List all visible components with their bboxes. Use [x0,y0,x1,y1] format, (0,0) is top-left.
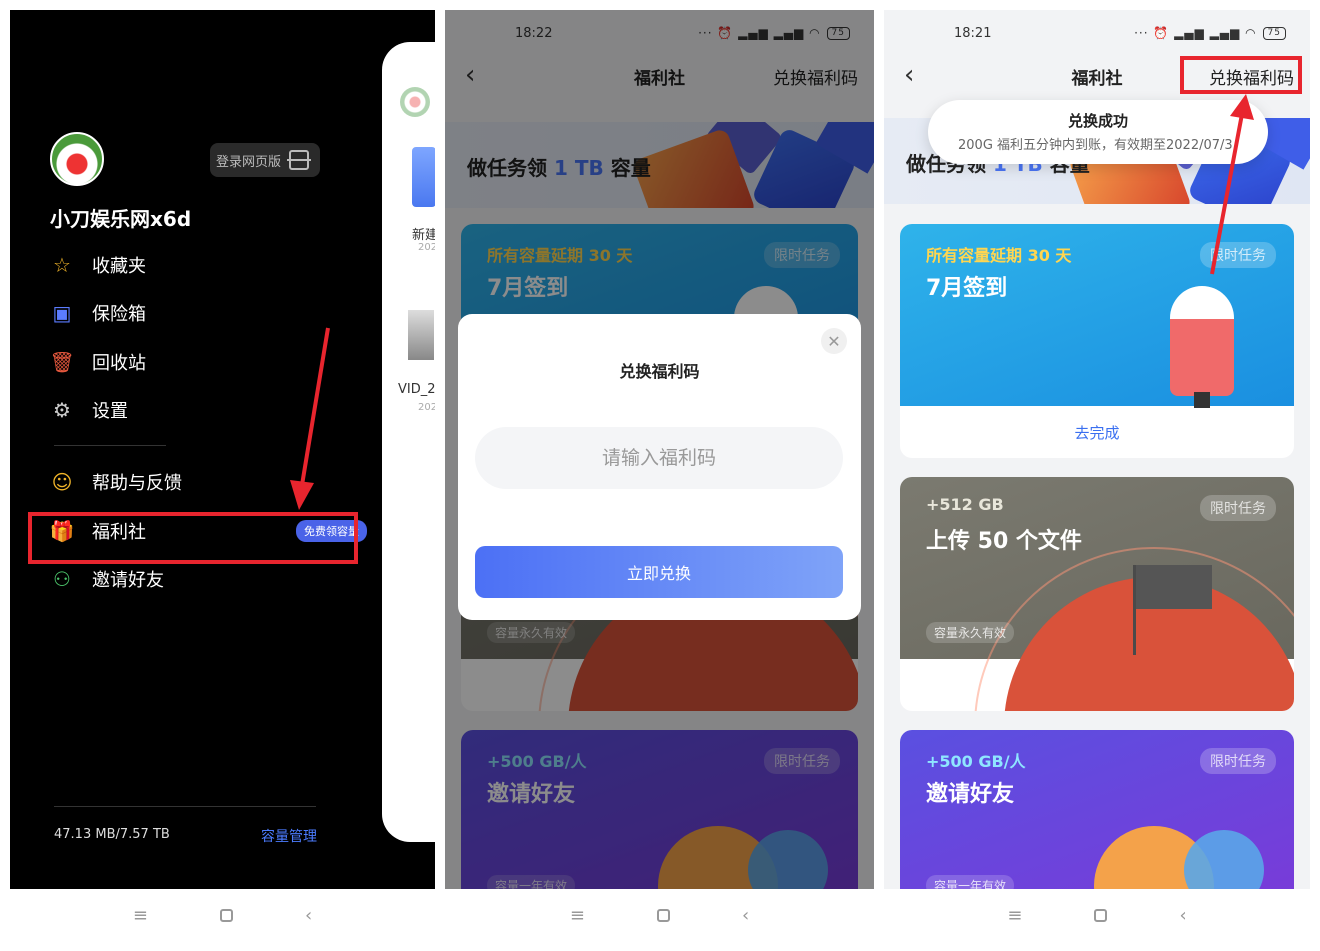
video-thumbnail[interactable] [408,310,434,360]
menu-item-recycle-bin[interactable]: 🗑 回收站 [49,347,146,377]
battery-icon: 75 [1262,26,1286,40]
username: 小刀娱乐网x6d [50,207,192,231]
task-card-invite[interactable]: +500 GB/人 邀请好友 限时任务 容量一年有效 [900,730,1294,912]
menu-divider [54,445,166,446]
annotation-box [1180,56,1302,94]
welfare-screen-success: 18:21 ··· ⏰ ▂▄▆ ▂▄▆ ◠ 75 ‹ 福利社 兑换福利码 做任务… [884,10,1310,941]
card-title: 上传 50 个文件 [926,529,1082,554]
menu-label: 收藏夹 [92,256,146,277]
system-navbar: ≡ ‹ [10,889,435,941]
home-nav-icon[interactable] [1094,908,1108,922]
status-bar: 18:21 ··· ⏰ ▂▄▆ ▂▄▆ ◠ 75 [884,26,1310,46]
card-title: 邀请好友 [926,782,1015,807]
add-user-icon: ⚇ [53,567,71,591]
menu-item-invite[interactable]: ⚇ 邀请好友 [50,564,164,594]
menu-item-help[interactable]: ☺ 帮助与反馈 [50,467,182,497]
welfare-code-input[interactable] [475,427,843,489]
card-header: +512 GB 上传 50 个文件 限时任务 容量永久有效 [900,477,1294,711]
file-list-behind: 新建 202 VID_2 202 [382,42,435,842]
menu-label: 回收站 [92,353,146,374]
dialog-title: 兑换福利码 [619,362,700,381]
card-reward: 所有容量延期 30 天 [926,246,1072,265]
annotation-box [28,512,358,564]
signal-icon: ··· ⏰ ▂▄▆ ▂▄▆ ◠ [1134,26,1257,40]
menu-item-favorites[interactable]: ☆ 收藏夹 [50,250,146,280]
menu-item-safe[interactable]: ▣ 保险箱 [50,298,146,328]
redeem-dialog: ✕ 兑换福利码 立即兑换 [458,314,861,620]
close-icon[interactable]: ✕ [821,328,847,354]
popsicle-stick [1194,392,1210,408]
web-login-label: 登录网页版 [216,154,282,170]
file-date: 202 [418,242,435,253]
safe-icon: ▣ [52,301,72,325]
scan-icon [287,150,312,170]
back-nav-icon[interactable]: ‹ [1179,905,1186,926]
file-name[interactable]: VID_2 [398,382,435,397]
validity-tag: 容量永久有效 [926,622,1015,643]
storage-divider [54,806,316,807]
web-login-button[interactable]: 登录网页版 [210,143,320,177]
settings-icon: ⚙ [53,398,71,422]
back-nav-icon[interactable]: ‹ [305,905,312,926]
star-icon: ☆ [53,253,71,277]
status-icons: ··· ⏰ ▂▄▆ ▂▄▆ ◠ 75 [1134,26,1286,40]
file-date: 202 [418,402,435,413]
status-time: 18:21 [954,26,992,41]
storage-manage-link[interactable]: 容量管理 [261,826,317,846]
card-reward: +512 GB [926,495,1004,514]
system-navbar: ≡ ‹ [884,889,1310,941]
trash-icon: 🗑 [49,350,75,374]
menu-label: 保险箱 [92,304,146,325]
menu-nav-icon[interactable]: ≡ [570,905,585,926]
annotation-arrow [1210,94,1254,275]
storage-usage: 47.13 MB/7.57 TB [54,827,170,842]
menu-label: 设置 [92,401,128,422]
redeem-now-button[interactable]: 立即兑换 [475,546,843,598]
menu-nav-icon[interactable]: ≡ [1007,905,1022,926]
home-nav-icon[interactable] [219,908,233,922]
welfare-screen-dialog: 18:22 ··· ⏰ ▂▄▆ ▂▄▆ ◠ 75 ‹ 福利社 兑换福利码 做任务… [445,10,874,941]
avatar[interactable] [50,132,104,186]
menu-nav-icon[interactable]: ≡ [133,905,148,926]
smile-icon: ☺ [51,470,73,494]
home-nav-icon[interactable] [656,908,670,922]
menu-label: 邀请好友 [92,570,164,591]
folder-thumbnail[interactable] [412,147,435,207]
menu-item-settings[interactable]: ⚙ 设置 [50,395,128,425]
popsicle-illustration [1170,286,1234,396]
limited-task-badge: 限时任务 [1200,748,1276,774]
go-complete-link[interactable]: 去完成 [900,406,1294,458]
system-navbar: ≡ ‹ [445,889,874,941]
flag-illustration [1136,565,1212,609]
menu-label: 帮助与反馈 [92,473,182,494]
annotation-arrow [290,327,330,510]
back-nav-icon[interactable]: ‹ [742,905,749,926]
logo-thumbnail [400,87,430,117]
limited-task-badge: 限时任务 [1200,495,1276,521]
task-card-upload[interactable]: +512 GB 上传 50 个文件 限时任务 容量永久有效 去完成 [900,477,1294,711]
card-title: 7月签到 [926,276,1008,301]
drawer-screen: 新建 202 VID_2 202 登录网页版 小刀娱乐网x6d ☆ 收藏夹 ▣ … [10,10,435,941]
card-header: +500 GB/人 邀请好友 限时任务 容量一年有效 [900,730,1294,912]
file-name[interactable]: 新建 [412,224,435,243]
card-reward: +500 GB/人 [926,752,1026,771]
